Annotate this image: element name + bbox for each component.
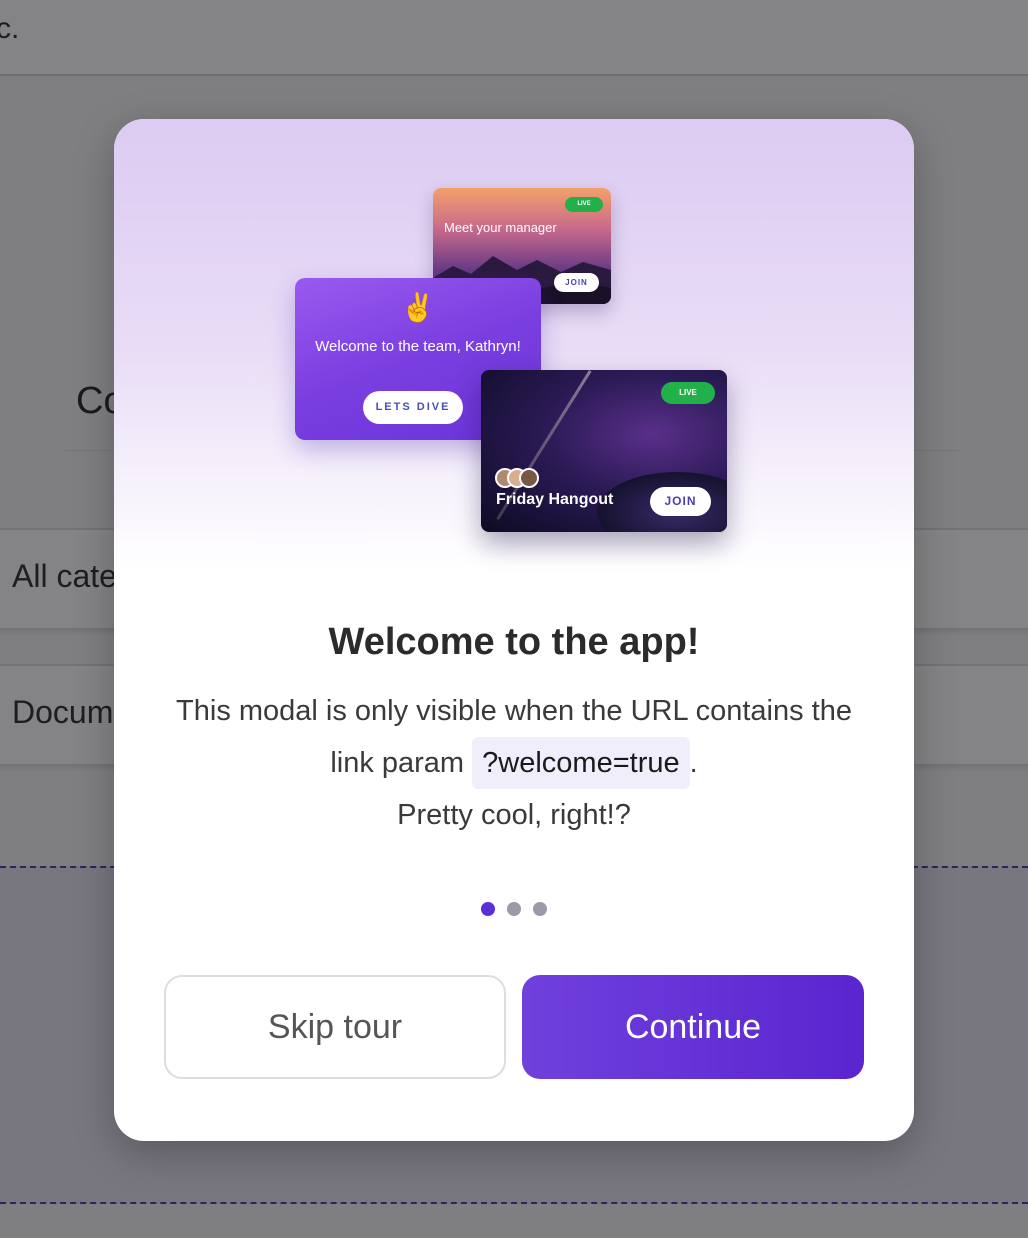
hangout-join-button: JOIN (650, 487, 711, 516)
manager-card-title: Meet your manager (444, 220, 557, 235)
modal-description: This modal is only visible when the URL … (154, 685, 874, 841)
hangout-card-title: Friday Hangout (496, 491, 614, 508)
pager-dot[interactable] (481, 902, 495, 916)
manager-join-button: JOIN (554, 273, 599, 292)
pager-dot[interactable] (533, 902, 547, 916)
hangout-card: LIVE Friday Hangout JOIN (481, 370, 727, 532)
victory-hand-icon: ✌️ (400, 292, 436, 323)
pager-dots (114, 902, 914, 918)
description-tagline: Pretty cool, right!? (397, 799, 631, 831)
live-badge: LIVE (565, 197, 603, 212)
lets-dive-button: LETS DIVE (363, 391, 463, 424)
welcome-card-text: Welcome to the team, Kathryn! (315, 338, 521, 355)
hero-illustration: LIVE Meet your manager JOIN ✌️ Welcome t… (114, 119, 914, 569)
skip-tour-button[interactable]: Skip tour (164, 975, 506, 1079)
url-param-code: ?welcome=true (472, 737, 690, 789)
avatar (519, 468, 539, 488)
pager-dot[interactable] (507, 902, 521, 916)
avatar-group (495, 468, 541, 490)
modal-title: Welcome to the app! (328, 621, 700, 663)
description-period: . (689, 747, 698, 779)
continue-button[interactable]: Continue (522, 975, 864, 1079)
live-badge: LIVE (661, 382, 715, 404)
welcome-modal: LIVE Meet your manager JOIN ✌️ Welcome t… (114, 119, 914, 1141)
